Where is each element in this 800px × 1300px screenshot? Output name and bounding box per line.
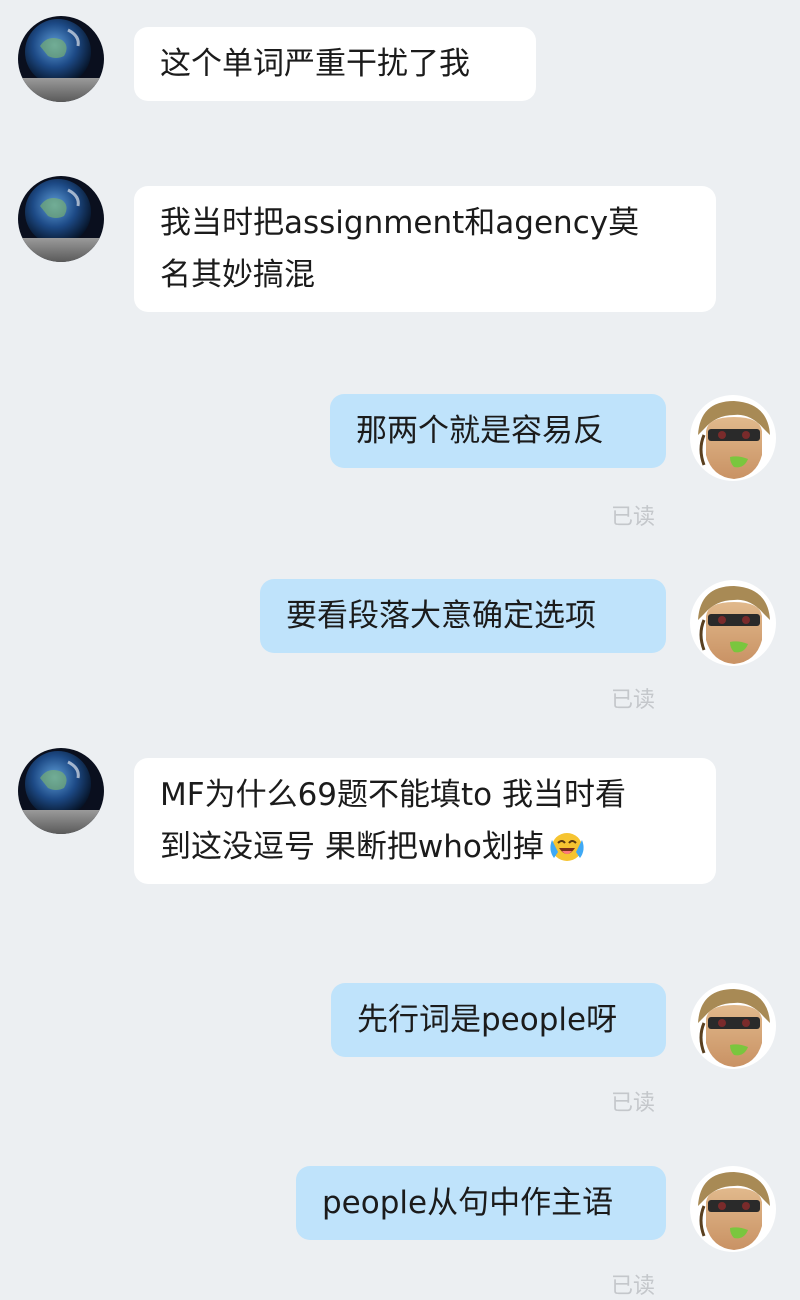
message-text: 这个单词严重干扰了我 <box>160 46 470 82</box>
message-bubble-sent[interactable]: 那两个就是容易反 <box>330 394 666 468</box>
crying-laughing-face-icon <box>550 833 584 861</box>
read-status: 已读 <box>610 688 655 713</box>
message-bubble-sent[interactable]: 要看段落大意确定选项 <box>260 579 666 653</box>
user-avatar[interactable] <box>690 1166 776 1252</box>
message-bubble-sent[interactable]: 先行词是people呀 <box>331 983 666 1057</box>
anime-character-avatar-icon <box>690 580 776 666</box>
message-text: 要看段落大意确定选项 <box>286 598 596 634</box>
user-avatar[interactable] <box>690 580 776 666</box>
message-bubble-sent[interactable]: people从句中作主语 <box>296 1166 666 1240</box>
message-bubble-received[interactable]: 我当时把assignment和agency莫 名其妙搞混 <box>134 186 716 312</box>
read-status: 已读 <box>610 505 655 530</box>
message-bubble-received[interactable]: MF为什么69题不能填to 我当时看 到这没逗号 果断把who划掉 <box>134 758 716 884</box>
contact-avatar[interactable] <box>18 176 104 262</box>
anime-character-avatar-icon <box>690 983 776 1069</box>
contact-avatar[interactable] <box>18 748 104 834</box>
user-avatar[interactable] <box>690 983 776 1069</box>
message-text: MF为什么69题不能填to 我当时看 <box>160 777 626 813</box>
message-text: 到这没逗号 果断把who划掉 <box>160 829 544 865</box>
earth-avatar-icon <box>18 748 104 834</box>
read-status: 已读 <box>610 1274 655 1299</box>
message-text: people从句中作主语 <box>322 1185 614 1221</box>
read-status: 已读 <box>610 1091 655 1116</box>
earth-avatar-icon <box>18 176 104 262</box>
contact-avatar[interactable] <box>18 16 104 102</box>
user-avatar[interactable] <box>690 395 776 481</box>
message-bubble-received[interactable]: 这个单词严重干扰了我 <box>134 27 536 101</box>
message-text: 先行词是people呀 <box>357 1002 618 1038</box>
message-text: 我当时把assignment和agency莫 <box>160 205 640 241</box>
anime-character-avatar-icon <box>690 1166 776 1252</box>
anime-character-avatar-icon <box>690 395 776 481</box>
message-text: 名其妙搞混 <box>160 257 315 293</box>
message-text: 那两个就是容易反 <box>356 413 604 449</box>
earth-avatar-icon <box>18 16 104 102</box>
